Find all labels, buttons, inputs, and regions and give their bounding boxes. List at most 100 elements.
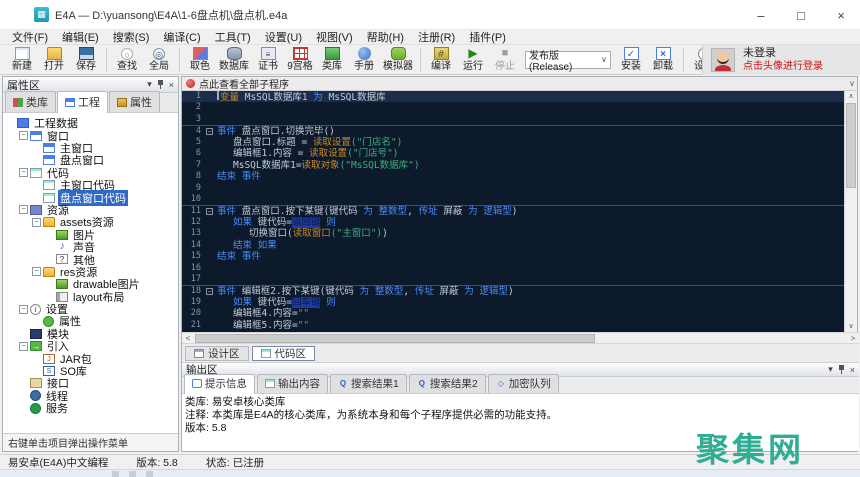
code-line[interactable]: 14结束 如果 — [182, 240, 846, 251]
code-line[interactable]: 17 — [182, 274, 846, 285]
compile-button[interactable]: #编译 — [425, 45, 457, 75]
menu-item-t[interactable]: 工具(T) — [209, 29, 257, 45]
tree-expander-icon[interactable]: − — [19, 205, 28, 214]
code-editor[interactable]: 1变量 MsSQL数据库1 为 MsSQL数据库234−事件 盘点窗口.切换完毕… — [182, 91, 846, 332]
vertical-scroll-thumb[interactable] — [846, 103, 856, 188]
output-tab-output[interactable]: 输出内容 — [257, 374, 328, 393]
tree-item-so-lib[interactable]: SSO库 — [3, 365, 178, 377]
code-line[interactable]: 21编辑框5.内容="" — [182, 320, 846, 331]
code-line[interactable]: 15结束 事件 — [182, 251, 846, 262]
code-line[interactable]: 6编辑框1.内容 = 读取设置("门店号") — [182, 148, 846, 159]
maximize-button[interactable]: □ — [792, 8, 810, 23]
tree-item-interface[interactable]: 接口 — [3, 377, 178, 389]
collapse-icon[interactable]: − — [206, 208, 213, 215]
subroutine-bar[interactable]: 点此查看全部子程序 ∨ — [182, 77, 857, 91]
code-line[interactable]: 13切换窗口(读取窗口("主窗口")) — [182, 228, 846, 239]
menu-item-s[interactable]: 搜索(S) — [107, 29, 156, 45]
user-avatar[interactable] — [711, 48, 735, 72]
panel-pin-icon[interactable] — [157, 80, 164, 89]
output-chevron-down-icon[interactable]: ▾ — [828, 364, 833, 375]
tree-expander-icon[interactable]: − — [32, 218, 41, 227]
global-find-button[interactable]: ◎全局 — [143, 45, 175, 75]
release-mode-select[interactable]: 发布版(Release)∨ — [525, 51, 611, 69]
install-button[interactable]: ✓安装 — [615, 45, 647, 75]
code-line[interactable]: 7MsSQL数据库1=读取对象("MsSQL数据库") — [182, 160, 846, 171]
emulator-button[interactable]: 模拟器 — [380, 45, 416, 75]
menu-item-f[interactable]: 文件(F) — [6, 29, 54, 45]
editor-horizontal-scrollbar[interactable]: < > — [182, 332, 859, 344]
menu-item-r[interactable]: 注册(R) — [412, 29, 461, 45]
code-line[interactable]: 1变量 MsSQL数据库1 为 MsSQL数据库 — [182, 91, 846, 102]
menu-item-h[interactable]: 帮助(H) — [361, 29, 410, 45]
tree-expander-icon[interactable]: − — [19, 342, 28, 351]
menu-item-c[interactable]: 编译(C) — [157, 29, 206, 45]
tree-item-module[interactable]: 模块 — [3, 328, 178, 340]
code-line[interactable]: 11−事件 盘点窗口.按下某键(键代码 为 整数型, 传址 屏蔽 为 逻辑型) — [182, 205, 846, 216]
tree-item-jar[interactable]: JJAR包 — [3, 352, 178, 364]
open-folder-button[interactable]: 打开 — [38, 45, 70, 75]
menu-item-u[interactable]: 设置(U) — [259, 29, 308, 45]
scroll-up-icon[interactable]: ∧ — [845, 91, 857, 102]
output-pin-icon[interactable] — [838, 365, 845, 374]
code-line[interactable]: 18−事件 编辑框2.按下某键(键代码 为 整数型, 传址 屏蔽 为 逻辑型) — [182, 285, 846, 296]
menu-item-v[interactable]: 视图(V) — [310, 29, 359, 45]
output-close-icon[interactable]: × — [850, 365, 855, 375]
header-chevron-down-icon[interactable]: ∨ — [849, 79, 857, 88]
output-tab-shield[interactable]: ◇加密队列 — [488, 374, 559, 393]
tree-item-code-file[interactable]: 盘点窗口代码 — [3, 191, 178, 203]
code-line[interactable]: 19如果 键代码=回车键 则 — [182, 297, 846, 308]
database-button[interactable]: 数据库 — [216, 45, 252, 75]
close-button[interactable]: × — [832, 8, 850, 23]
scroll-left-icon[interactable]: < — [182, 333, 194, 344]
login-hint-link[interactable]: 点击头像进行登录 — [743, 60, 823, 73]
tab-class-library[interactable]: 类库 — [5, 91, 56, 112]
uninstall-button[interactable]: ×卸载 — [647, 45, 679, 75]
output-tab-info[interactable]: 提示信息 — [184, 374, 255, 394]
code-line[interactable]: 20编辑框4.内容="" — [182, 308, 846, 319]
panel-chevron-down-icon[interactable]: ▾ — [147, 79, 152, 90]
tree-item-gear-green[interactable]: 属性 — [3, 315, 178, 327]
run-button[interactable]: ▶运行 — [457, 45, 489, 75]
code-line[interactable]: 2 — [182, 102, 846, 113]
minimize-button[interactable]: – — [752, 8, 770, 23]
collapse-icon[interactable]: − — [206, 128, 213, 135]
tab-code-area[interactable]: 代码区 — [252, 346, 316, 361]
code-line[interactable]: 3 — [182, 114, 846, 125]
menu-item-e[interactable]: 编辑(E) — [56, 29, 105, 45]
collapse-icon[interactable]: − — [206, 288, 213, 295]
code-line[interactable]: 16 — [182, 263, 846, 274]
tree-expander-icon[interactable]: − — [19, 305, 28, 314]
output-tab-search[interactable]: Q搜索结果1 — [330, 374, 407, 393]
tree-item-window[interactable]: 盘点窗口 — [3, 154, 178, 166]
horizontal-scroll-thumb[interactable] — [195, 334, 595, 343]
certificate-button[interactable]: ≡证书 — [252, 45, 284, 75]
tree-item-layout[interactable]: layout布局 — [3, 290, 178, 302]
code-line[interactable]: 8结束 事件 — [182, 171, 846, 182]
tree-expander-icon[interactable]: − — [19, 168, 28, 177]
output-tab-search[interactable]: Q搜索结果2 — [409, 374, 486, 393]
save-disk-button[interactable]: 保存 — [70, 45, 102, 75]
panel-close-icon[interactable]: × — [169, 80, 174, 90]
tree-item-settings-info[interactable]: −i设置 — [3, 303, 178, 315]
code-line[interactable]: 5盘点窗口.标题 = 读取设置("门店名") — [182, 137, 846, 148]
new-file-button[interactable]: 新建 — [6, 45, 38, 75]
color-picker-button[interactable]: 取色 — [184, 45, 216, 75]
nine-grid-button[interactable]: 9宫格 — [284, 45, 316, 75]
code-line[interactable]: 9 — [182, 183, 846, 194]
menu-item-p[interactable]: 插件(P) — [463, 29, 512, 45]
tab-properties[interactable]: 属性 — [109, 91, 160, 112]
class-lib-button[interactable]: 类库 — [316, 45, 348, 75]
tree-item-thread[interactable]: 线程 — [3, 390, 178, 402]
tree-item-service[interactable]: 服务 — [3, 402, 178, 414]
scroll-right-icon[interactable]: > — [847, 333, 859, 344]
tab-project[interactable]: 工程 — [57, 91, 108, 113]
tree-expander-icon[interactable]: − — [19, 131, 28, 140]
scroll-down-icon[interactable]: ∨ — [845, 321, 857, 332]
code-line[interactable]: 10 — [182, 194, 846, 205]
tree-expander-icon[interactable]: − — [32, 267, 41, 276]
tree-item-project-root[interactable]: 工程数据 — [3, 117, 178, 129]
code-line[interactable]: 12如果 键代码=返回键 则 — [182, 217, 846, 228]
manual-button[interactable]: 手册 — [348, 45, 380, 75]
code-line[interactable]: 4−事件 盘点窗口.切换完毕() — [182, 125, 846, 136]
tab-design-area[interactable]: 设计区 — [185, 346, 249, 361]
